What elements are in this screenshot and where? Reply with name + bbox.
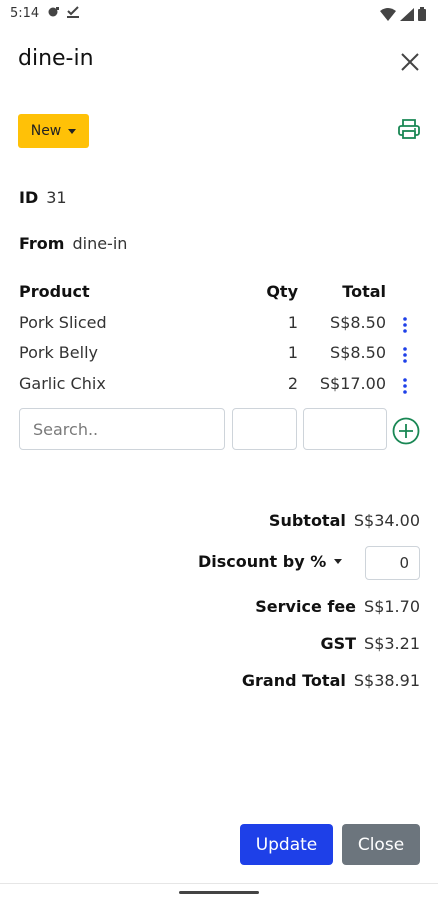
status-system-icons xyxy=(380,7,426,21)
caret-down-icon xyxy=(334,559,343,564)
status-label: New xyxy=(30,123,62,139)
row-qty: 1 xyxy=(287,313,298,332)
more-options-icon[interactable] xyxy=(400,316,410,334)
battery-icon xyxy=(418,7,426,21)
row-qty: 2 xyxy=(287,374,298,393)
discount-input[interactable] xyxy=(365,546,420,580)
row-product: Pork Sliced xyxy=(19,313,107,332)
caret-down-icon xyxy=(68,128,77,134)
row-product: Pork Belly xyxy=(19,343,98,362)
subtotal-value: S$34.00 xyxy=(353,511,420,530)
grand-total-label: Grand Total xyxy=(241,671,346,690)
row-total: S$8.50 xyxy=(330,313,386,332)
add-circle-icon[interactable] xyxy=(392,417,420,445)
row-qty: 1 xyxy=(287,343,298,362)
modal-title: dine-in xyxy=(18,46,94,71)
column-header-product: Product xyxy=(19,282,90,301)
row-total: S$17.00 xyxy=(319,374,386,393)
check-download-icon xyxy=(67,6,79,18)
status-notification-icons xyxy=(46,5,80,19)
service-fee-value: S$1.70 xyxy=(364,597,420,616)
order-id-value: 31 xyxy=(46,188,67,207)
grand-total-row: Grand Total S$38.91 xyxy=(242,671,420,690)
modal-header: dine-in xyxy=(18,46,422,80)
printer-icon[interactable] xyxy=(397,117,421,141)
subtotal-label: Subtotal xyxy=(268,511,346,530)
service-fee-row: Service fee S$1.70 xyxy=(255,597,420,616)
signal-icon xyxy=(400,7,414,21)
column-header-total: Total xyxy=(342,282,386,301)
close-icon[interactable] xyxy=(398,50,422,74)
more-options-icon[interactable] xyxy=(400,346,410,364)
order-from-label: From xyxy=(19,234,65,253)
price-input[interactable] xyxy=(303,408,387,450)
order-from-field: From dine-in xyxy=(19,234,127,253)
discount-type-dropdown[interactable]: Discount by % xyxy=(198,552,343,571)
row-total: S$8.50 xyxy=(330,343,386,362)
column-header-qty: Qty xyxy=(266,282,298,301)
status-time: 5:14 xyxy=(10,6,40,21)
notification-icon xyxy=(48,7,59,17)
status-dropdown-button[interactable]: New xyxy=(18,114,89,148)
table-row: Garlic Chix 2 S$17.00 xyxy=(0,374,438,400)
order-id-label: ID xyxy=(19,188,39,207)
service-fee-label: Service fee xyxy=(255,597,357,616)
qty-input[interactable] xyxy=(232,408,297,450)
subtotal-row: Subtotal S$34.00 xyxy=(269,511,420,530)
table-row: Pork Belly 1 S$8.50 xyxy=(0,343,438,369)
gst-label: GST xyxy=(320,634,357,653)
order-from-value: dine-in xyxy=(72,234,128,253)
more-options-icon[interactable] xyxy=(400,377,410,395)
table-row: Pork Sliced 1 S$8.50 xyxy=(0,313,438,339)
discount-label: Discount by % xyxy=(198,552,327,571)
gesture-handle[interactable] xyxy=(179,891,259,894)
nav-divider xyxy=(0,883,438,884)
close-button[interactable]: Close xyxy=(342,824,420,865)
wifi-icon xyxy=(380,7,396,21)
status-bar: 5:14 xyxy=(0,0,438,30)
update-button[interactable]: Update xyxy=(240,824,333,865)
order-id-field: ID 31 xyxy=(19,188,67,207)
gst-value: S$3.21 xyxy=(364,634,420,653)
grand-total-value: S$38.91 xyxy=(353,671,420,690)
gst-row: GST S$3.21 xyxy=(320,634,420,653)
row-product: Garlic Chix xyxy=(19,374,106,393)
product-search-input[interactable] xyxy=(19,408,225,450)
